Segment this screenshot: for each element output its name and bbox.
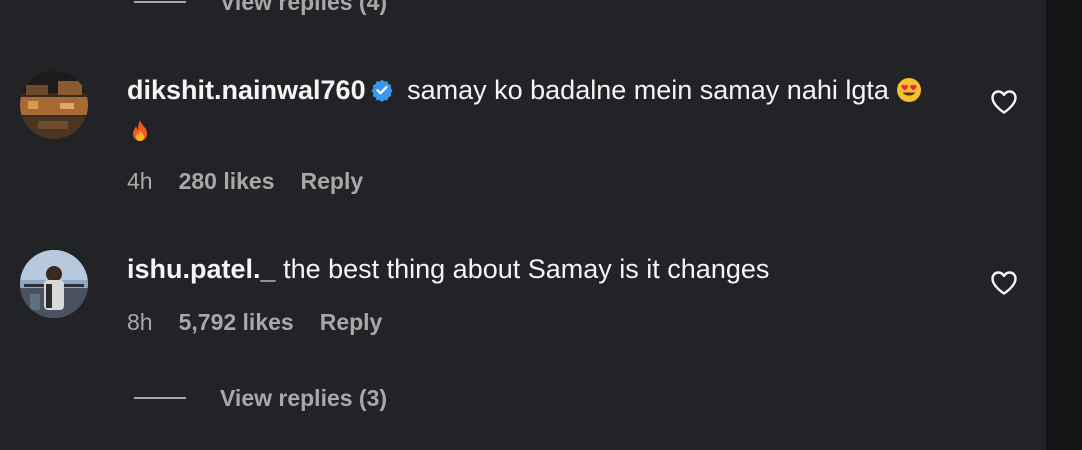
avatar[interactable] bbox=[20, 250, 88, 318]
scrollbar-track[interactable] bbox=[1046, 0, 1082, 450]
comment-text: ishu.patel._ the best thing about Samay … bbox=[127, 250, 927, 288]
comment-text: dikshit.nainwal760 samay ko badalne mein… bbox=[127, 71, 927, 155]
view-replies-button[interactable]: View replies (4) bbox=[134, 0, 387, 16]
comment-username[interactable]: ishu.patel._ bbox=[127, 254, 276, 284]
reply-button[interactable]: Reply bbox=[320, 309, 383, 336]
view-replies-label: View replies (3) bbox=[220, 385, 388, 411]
comment-likes-count[interactable]: 280 likes bbox=[179, 168, 275, 195]
comment-timestamp: 8h bbox=[127, 309, 153, 335]
comment-timestamp: 4h bbox=[127, 168, 153, 194]
comment-message: samay ko badalne mein samay nahi lgta bbox=[407, 75, 889, 105]
comments-panel: View replies (4) dikshit.nainwal760 sama… bbox=[0, 0, 1082, 450]
comment-meta: 4h 280 likes Reply bbox=[127, 168, 363, 195]
view-replies-button[interactable]: View replies (3) bbox=[134, 384, 387, 412]
heart-outline-icon[interactable] bbox=[990, 270, 1018, 296]
verified-badge-icon bbox=[370, 74, 394, 112]
view-replies-label: View replies (4) bbox=[220, 0, 388, 15]
view-replies-divider bbox=[134, 1, 186, 3]
heart-outline-icon[interactable] bbox=[990, 89, 1018, 115]
avatar[interactable] bbox=[20, 71, 88, 139]
comment-message: the best thing about Samay is it changes bbox=[283, 254, 770, 284]
heart-eyes-emoji-icon bbox=[896, 75, 922, 113]
fire-emoji-icon bbox=[127, 117, 153, 155]
view-replies-divider bbox=[134, 397, 186, 399]
comment-likes-count[interactable]: 5,792 likes bbox=[179, 309, 294, 336]
comment-meta: 8h 5,792 likes Reply bbox=[127, 309, 382, 336]
comment-username[interactable]: dikshit.nainwal760 bbox=[127, 75, 366, 105]
reply-button[interactable]: Reply bbox=[301, 168, 364, 195]
